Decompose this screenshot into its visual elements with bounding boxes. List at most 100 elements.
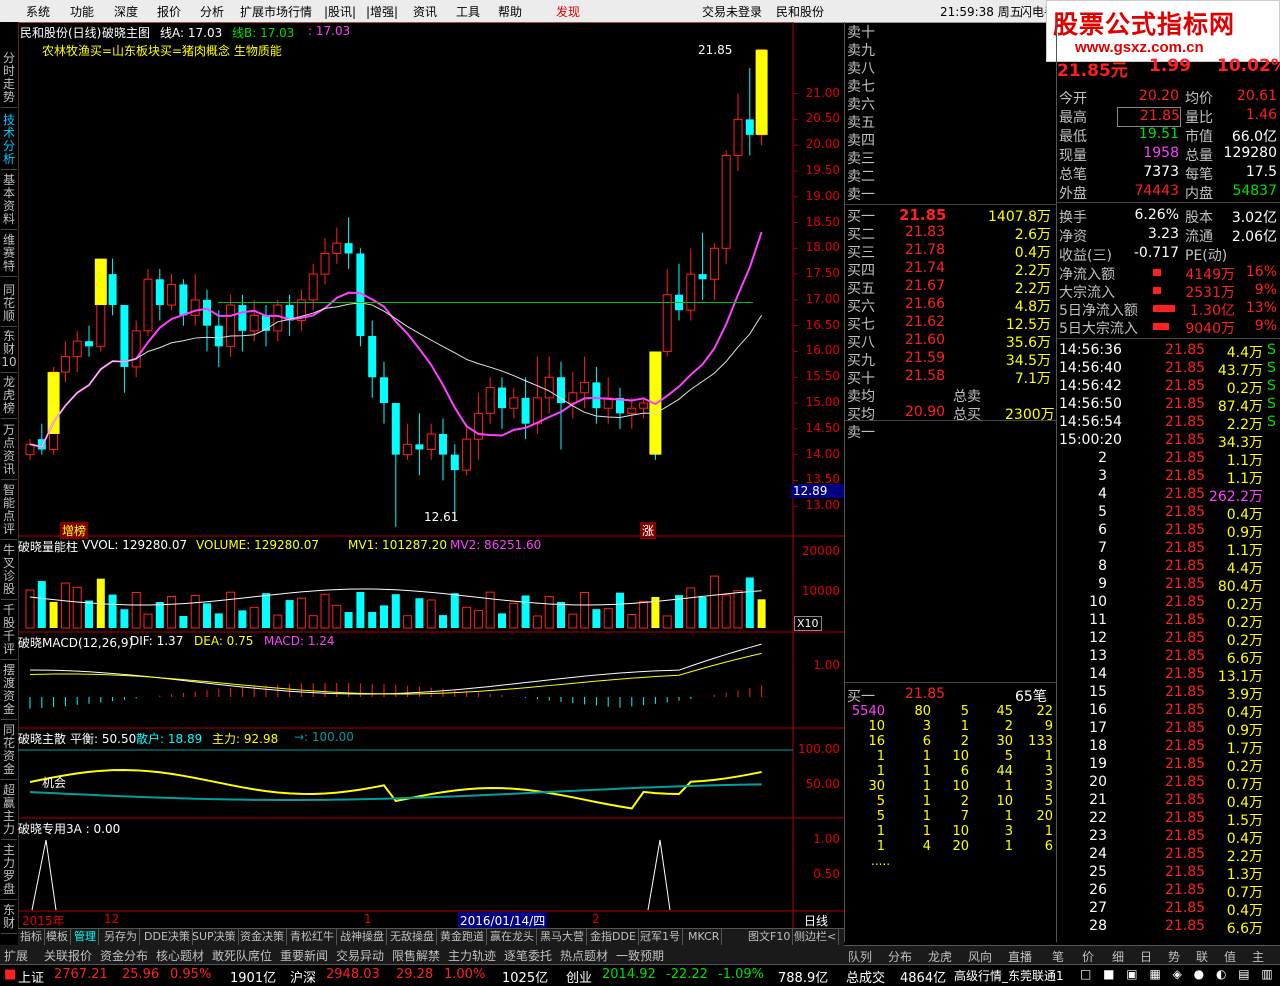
buy-level-price[interactable]: 21.83	[899, 224, 945, 242]
link-10[interactable]: 热点题材	[560, 947, 608, 964]
menu-function[interactable]: 功能	[70, 3, 94, 20]
buy-level-price[interactable]: 21.74	[899, 260, 945, 278]
tab-6[interactable]: 资金决策	[238, 929, 287, 945]
chart-area[interactable]: 民和股份(日线) 破晓主图 线A: 17.03 线B: 17.03 : 17.0…	[18, 22, 845, 929]
nav-technical[interactable]: 技术分析	[1, 114, 17, 170]
tab-9[interactable]: 无敌操盘	[388, 929, 437, 945]
link-0[interactable]: 扩展	[4, 947, 28, 964]
buy-level-price[interactable]: 21.67	[899, 278, 945, 296]
menu-news[interactable]: |股讯|	[324, 3, 356, 20]
menu-info[interactable]: 资讯	[413, 3, 437, 20]
tab-sidebar[interactable]: 侧边栏<	[792, 929, 840, 945]
period-label[interactable]: 日线	[804, 912, 828, 929]
right-tab-8[interactable]: 日	[1140, 948, 1152, 965]
tab-12[interactable]: 黑马大营	[538, 929, 587, 945]
candle-body	[380, 377, 388, 404]
right-tab-7[interactable]: 细	[1112, 948, 1124, 965]
buy-level-price[interactable]: 21.85	[899, 206, 946, 224]
nav-compass[interactable]: 主力罗盘	[1, 844, 17, 900]
link-4[interactable]: 敢死队席位	[212, 947, 272, 964]
right-tab-6[interactable]: 价	[1082, 948, 1094, 965]
nav-niucha[interactable]: 牛叉诊股	[1, 544, 17, 600]
buy-level-price[interactable]: 21.59	[899, 350, 945, 368]
tab-1[interactable]: 模板	[44, 929, 71, 945]
hs-name[interactable]: 沪深	[290, 967, 316, 986]
link-7[interactable]: 限售解禁	[392, 947, 440, 964]
nav-qiangu[interactable]: 千股千评	[1, 604, 17, 660]
buy-level-price[interactable]: 21.62	[899, 314, 945, 332]
right-tab-0[interactable]: 队列	[848, 948, 872, 965]
volume-bar	[568, 613, 578, 629]
tab-5[interactable]: SUP决策	[190, 929, 239, 945]
right-tab-4[interactable]: 直播	[1008, 948, 1032, 965]
candle-body	[686, 273, 696, 311]
tab-0[interactable]: 指标	[18, 929, 45, 945]
tab-14[interactable]: 冠军1号	[638, 929, 683, 945]
right-tab-11[interactable]: 值	[1224, 948, 1236, 965]
tab-15[interactable]: MKCR	[686, 929, 723, 945]
tab-11[interactable]: 赢在龙头	[488, 929, 537, 945]
right-tab-1[interactable]: 分布	[888, 948, 912, 965]
buy-level-price[interactable]: 21.58	[899, 368, 945, 386]
price-change: 1.99	[1149, 56, 1191, 76]
link-11[interactable]: 一致预期	[616, 947, 664, 964]
right-tab-3[interactable]: 风向	[968, 948, 992, 965]
tab-13[interactable]: 金指DDE	[588, 929, 639, 945]
right-tab-12[interactable]: 主	[1252, 948, 1264, 965]
menu-quote[interactable]: 报价	[157, 3, 181, 20]
tab-8[interactable]: 战神操盘	[338, 929, 387, 945]
nav-wandian[interactable]: 万点资讯	[1, 424, 17, 480]
nav-weisaite[interactable]: 维赛特	[1, 234, 17, 277]
login-status[interactable]: 交易未登录	[702, 3, 762, 20]
nav-tonghuashun[interactable]: 同花顺	[1, 284, 17, 327]
tab-7[interactable]: 青松红牛	[288, 929, 337, 945]
link-2[interactable]: 资金分布	[100, 947, 148, 964]
tab-3[interactable]: 另存为	[102, 929, 140, 945]
sh-name[interactable]: 上证	[18, 967, 44, 986]
right-tab-2[interactable]: 龙虎	[928, 948, 952, 965]
candle-body	[167, 283, 177, 306]
sh-change: 25.96	[122, 967, 160, 982]
nav-tonghua-fund[interactable]: 同花资金	[1, 724, 17, 780]
tab-10[interactable]: 黄金跑道	[438, 929, 487, 945]
menu-discover[interactable]: 发现	[556, 3, 580, 20]
sh-pct: 0.95%	[170, 967, 212, 982]
link-9[interactable]: 逐笔委托	[504, 947, 552, 964]
right-tab-9[interactable]: 势	[1168, 948, 1180, 965]
menu-depth[interactable]: 深度	[114, 3, 138, 20]
right-tab-10[interactable]: 联	[1196, 948, 1208, 965]
candle-body	[308, 273, 318, 301]
nav-smart-review[interactable]: 智能点评	[1, 484, 17, 540]
link-3[interactable]: 核心题材	[156, 947, 204, 964]
nav-dongcai10[interactable]: 东财10	[1, 330, 17, 373]
nav-baidu-fund[interactable]: 摆渡资金	[1, 664, 17, 720]
menu-system[interactable]: 系统	[26, 3, 50, 20]
tab-2[interactable]: 管理	[72, 929, 99, 945]
right-tab-5[interactable]: 笔	[1052, 948, 1064, 965]
nav-chaoying[interactable]: 超赢主力	[1, 784, 17, 840]
menu-tools[interactable]: 工具	[456, 3, 480, 20]
nav-dragon-tiger[interactable]: 龙虎榜	[1, 376, 17, 419]
nav-intraday[interactable]: 分时走势	[1, 52, 17, 108]
buy-level-price[interactable]: 21.60	[899, 332, 945, 350]
nav-dongcai[interactable]: 东财	[1, 904, 17, 934]
buy-level-price[interactable]: 21.78	[899, 242, 945, 260]
buy-level-price[interactable]: 21.66	[899, 296, 945, 314]
tab-f10[interactable]: 图文F10	[746, 929, 794, 945]
low-price-label: 12.61	[424, 510, 459, 524]
link-8[interactable]: 主力轨迹	[448, 947, 496, 964]
volume-bar	[285, 600, 294, 628]
tray-icons[interactable]: □ ■ ▣ ▦ ◈ ● ◐ ▤ ▥ ◆	[1080, 967, 1280, 981]
menu-ext-market[interactable]: 扩展市场行情	[240, 3, 312, 20]
vol-mv1: MV1: 101287.20	[348, 538, 447, 552]
menu-enhance[interactable]: |增强|	[366, 3, 398, 20]
cy-name[interactable]: 创业	[566, 967, 592, 986]
link-1[interactable]: 关联报价	[44, 947, 92, 964]
nav-fundamentals[interactable]: 基本资料	[1, 174, 17, 230]
tab-4[interactable]: DDE决策	[142, 929, 193, 945]
menu-help[interactable]: 帮助	[498, 3, 522, 20]
menu-analysis[interactable]: 分析	[200, 3, 224, 20]
link-6[interactable]: 交易异动	[336, 947, 384, 964]
link-5[interactable]: 重要新闻	[280, 947, 328, 964]
kline-svg[interactable]	[18, 22, 844, 928]
